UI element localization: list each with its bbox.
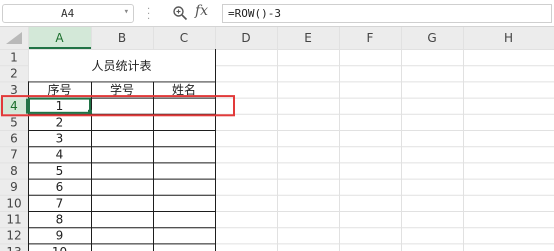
- serial-cell[interactable]: 6: [56, 180, 64, 194]
- row-header-10[interactable]: 10: [6, 196, 21, 210]
- row-header-12[interactable]: 12: [6, 229, 21, 243]
- name-box[interactable]: A4 ▾: [2, 4, 134, 23]
- table-header-cell: 姓名: [172, 82, 196, 97]
- drag-handle-icon[interactable]: · · ·: [147, 5, 150, 25]
- column-header-a[interactable]: A: [55, 31, 64, 45]
- serial-cell[interactable]: 9: [56, 229, 64, 243]
- active-row-bar: [26, 97, 28, 114]
- row-header-11[interactable]: 11: [6, 213, 21, 227]
- column-header-c[interactable]: C: [180, 31, 188, 45]
- table-header-cell: 学号: [110, 82, 134, 97]
- serial-cell[interactable]: 7: [56, 196, 64, 210]
- row-header-2[interactable]: 2: [10, 67, 18, 81]
- row-header-5[interactable]: 5: [10, 115, 18, 129]
- row-header-7[interactable]: 7: [10, 148, 18, 162]
- column-header-f[interactable]: F: [367, 31, 374, 45]
- serial-cell[interactable]: 3: [56, 132, 64, 146]
- name-box-value: A4: [61, 7, 75, 20]
- column-header-h[interactable]: H: [504, 31, 513, 45]
- spreadsheet-grid[interactable]: ABCDEFGH12345678910111213人员统计表序号学号姓名1234…: [0, 27, 554, 251]
- sheet-title: 人员统计表: [91, 59, 151, 73]
- row-header-4[interactable]: 4: [10, 99, 18, 113]
- formula-input[interactable]: =ROW()-3: [222, 4, 552, 23]
- zoom-icon[interactable]: [172, 5, 188, 21]
- serial-cell[interactable]: 1: [56, 99, 64, 113]
- serial-cell[interactable]: 8: [56, 213, 64, 227]
- row-header-1[interactable]: 1: [10, 51, 18, 65]
- row-header-13[interactable]: 13: [6, 245, 21, 251]
- fill-handle[interactable]: [88, 109, 92, 114]
- column-header-g[interactable]: G: [427, 31, 436, 45]
- fx-icon[interactable]: fx: [195, 3, 208, 19]
- column-header-b[interactable]: B: [118, 31, 126, 45]
- active-column-underline: [28, 47, 91, 49]
- row-header-9[interactable]: 9: [10, 180, 18, 194]
- formula-bar: A4 ▾ · · · fx =ROW()-3: [0, 0, 554, 27]
- row-header-8[interactable]: 8: [10, 164, 18, 178]
- serial-cell[interactable]: 4: [56, 148, 64, 162]
- row-header-6[interactable]: 6: [10, 132, 18, 146]
- chevron-down-icon[interactable]: ▾: [124, 7, 129, 17]
- column-header-e[interactable]: E: [304, 31, 312, 45]
- serial-cell[interactable]: 10: [52, 245, 67, 251]
- serial-cell[interactable]: 2: [56, 115, 64, 129]
- serial-cell[interactable]: 5: [56, 164, 64, 178]
- column-header-d[interactable]: D: [241, 31, 250, 45]
- row-header-3[interactable]: 3: [10, 83, 18, 97]
- table-header-cell: 序号: [47, 82, 71, 97]
